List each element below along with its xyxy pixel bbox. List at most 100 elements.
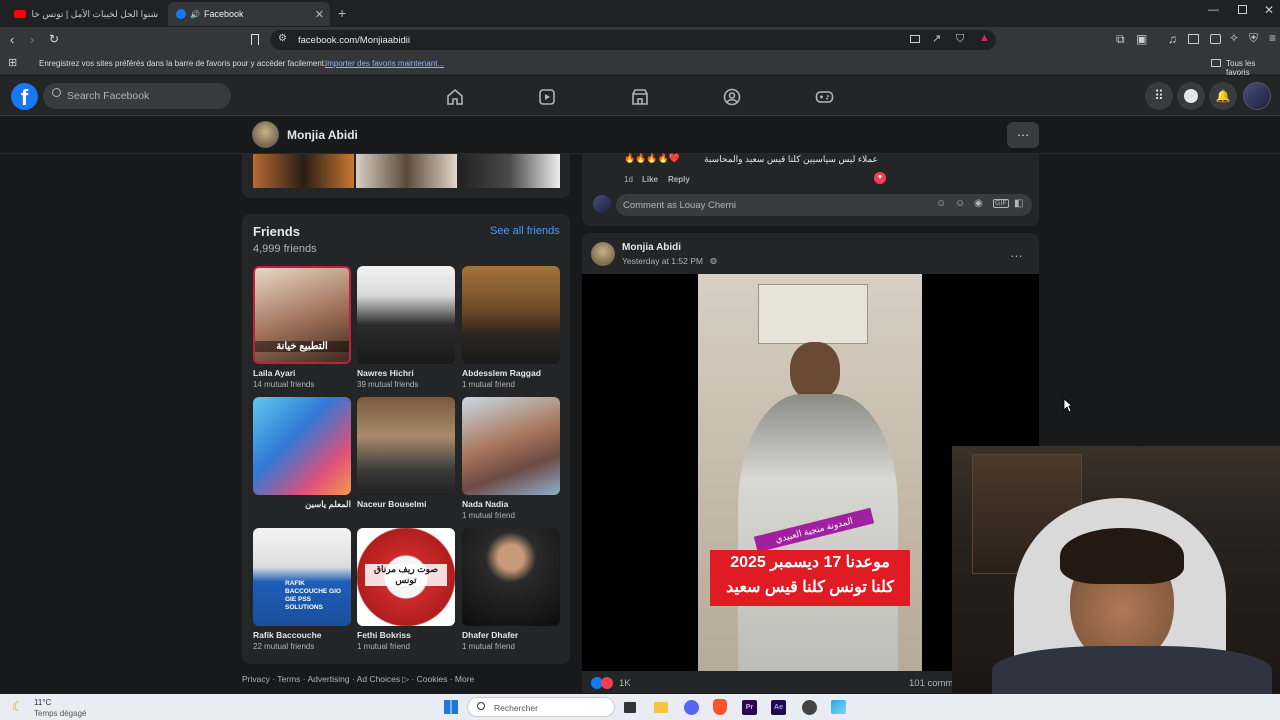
tab-search-icon[interactable]: ▣ <box>1136 32 1147 46</box>
friend-photo[interactable] <box>462 266 560 364</box>
friend-name[interactable]: Fethi Bokriss <box>357 630 455 640</box>
avatar-sticker-icon[interactable]: ☺ <box>936 198 946 209</box>
friend-photo[interactable]: صوت ريف مرناق تونس <box>357 528 455 626</box>
new-tab-icon[interactable]: + <box>338 5 346 21</box>
camera-icon[interactable]: ◉ <box>974 198 983 209</box>
friend-photo[interactable] <box>462 528 560 626</box>
marketplace-icon[interactable] <box>631 88 649 106</box>
friend-name[interactable]: Naceur Bouselmi <box>357 499 455 509</box>
friend-name[interactable]: Abdesslem Raggad <box>462 368 560 378</box>
extensions-icon[interactable]: ⧉ <box>1116 32 1125 47</box>
post-time[interactable]: Yesterday at 1:52 PM <box>622 256 703 266</box>
friend-card-rafik-baccouche[interactable]: RAFIK BACCOUCHE GIO GIE PSS SOLUTIONS Ra… <box>253 528 351 651</box>
friend-card-fethi-bokriss[interactable]: صوت ريف مرناق تونس Fethi Bokriss 1 mutua… <box>357 528 455 651</box>
comment-input[interactable]: Comment as Louay Cherni ☺ ☺ ◉ GIF ◧ <box>616 194 1032 216</box>
photos-app-icon[interactable] <box>831 700 846 714</box>
comments-count[interactable]: 101 comm <box>909 678 953 689</box>
post-author-avatar[interactable] <box>591 242 615 266</box>
weather-desc[interactable]: Temps dégagé <box>34 709 86 718</box>
privacy-link[interactable]: Privacy <box>242 674 270 684</box>
terms-link[interactable]: Terms <box>277 674 300 684</box>
brave-rewards-icon[interactable]: ▲ <box>979 32 990 44</box>
gaming-icon[interactable] <box>815 88 834 106</box>
search-input[interactable]: Search Facebook <box>67 90 149 102</box>
leo-ai-icon[interactable]: ✧ <box>1229 31 1239 45</box>
close-tab-icon[interactable]: ✕ <box>315 8 324 21</box>
account-avatar[interactable] <box>1243 82 1271 110</box>
maximize-window-icon[interactable] <box>1238 5 1247 14</box>
brave-shield-icon[interactable]: ⛉ <box>956 33 964 46</box>
notifications-button[interactable]: 🔔 <box>1209 82 1237 110</box>
friend-photo[interactable]: RAFIK BACCOUCHE GIO GIE PSS SOLUTIONS <box>253 528 351 626</box>
friend-name[interactable]: Dhafer Dhafer <box>462 630 560 640</box>
weather-temp[interactable]: 11°C <box>34 698 51 707</box>
install-app-icon[interactable] <box>910 35 920 43</box>
comment-reply-button[interactable]: Reply <box>668 175 690 184</box>
gif-icon[interactable]: GIF <box>993 199 1009 208</box>
groups-icon[interactable] <box>723 88 741 106</box>
friend-card-yassine[interactable]: المعلم ياسين <box>253 397 351 512</box>
profile-name[interactable]: Monjia Abidi <box>287 128 358 142</box>
friend-photo[interactable] <box>357 266 455 364</box>
search-box[interactable]: Search Facebook <box>43 83 231 109</box>
see-all-friends-link[interactable]: See all friends <box>490 225 560 237</box>
back-icon[interactable]: ‹ <box>10 32 14 47</box>
emoji-icon[interactable]: ☺ <box>955 198 965 209</box>
media-icon[interactable]: ♫ <box>1168 32 1177 46</box>
sticker-icon[interactable]: ◧ <box>1014 198 1023 209</box>
brave-icon[interactable] <box>713 699 727 715</box>
friend-name[interactable]: المعلم ياسين <box>253 499 351 510</box>
ad-choices-link[interactable]: Ad Choices <box>357 674 400 684</box>
apps-grid-icon[interactable]: ⊞ <box>8 56 17 69</box>
friend-name[interactable]: Laila Ayari <box>253 368 351 378</box>
photo-thumb[interactable] <box>459 154 560 188</box>
post-more-icon[interactable]: … <box>1010 245 1023 260</box>
tab-youtube[interactable]: شنوا الحل لخيبات الأمل | تونس خارج كأ <box>6 2 166 26</box>
friend-name[interactable]: Nawres Hichri <box>357 368 455 378</box>
friend-card-dhafer-dhafer[interactable]: Dhafer Dhafer 1 mutual friend <box>462 528 560 651</box>
friend-card-abdesslem-raggad[interactable]: Abdesslem Raggad 1 mutual friend <box>462 266 560 389</box>
premiere-pro-icon[interactable]: Pr <box>742 700 757 715</box>
friend-card-naceur-bouselmi[interactable]: Naceur Bouselmi <box>357 397 455 511</box>
reload-icon[interactable]: ↻ <box>49 32 59 46</box>
minimize-window-icon[interactable]: — <box>1208 4 1219 16</box>
sidebar-icon[interactable] <box>1188 34 1199 44</box>
friend-card-nawres-hichri[interactable]: Nawres Hichri 39 mutual friends <box>357 266 455 389</box>
forward-icon[interactable]: › <box>30 32 34 47</box>
task-view-icon[interactable] <box>624 702 636 713</box>
video-frame[interactable]: المدونة منجية العبيدي موعدنا 17 ديسمبر 2… <box>698 274 922 671</box>
profile-avatar[interactable] <box>252 121 279 148</box>
share-icon[interactable]: ↗ <box>932 32 941 45</box>
address-bar[interactable]: ⚙ facebook.com/Monjiaabidii ↗ ⛉ ▲ <box>270 30 996 50</box>
post-author-name[interactable]: Monjia Abidi <box>622 242 681 253</box>
taskbar-search-label[interactable]: Rechercher <box>494 703 538 713</box>
messenger-button[interactable] <box>1177 82 1205 110</box>
video-icon[interactable] <box>538 88 556 106</box>
import-favorites-link[interactable]: Importer des favoris maintenant... <box>325 59 444 68</box>
close-window-icon[interactable]: ✕ <box>1264 3 1274 17</box>
vpn-shield-icon[interactable]: ⛨ <box>1249 31 1258 46</box>
friend-card-laila-ayari[interactable]: التطبيع خيانة Laila Ayari 14 mutual frie… <box>253 266 351 389</box>
more-link[interactable]: More <box>455 674 474 684</box>
facebook-logo-icon[interactable]: f <box>11 83 38 110</box>
all-favorites-link[interactable]: Tous les favoris <box>1226 59 1280 77</box>
file-explorer-icon[interactable] <box>654 702 668 713</box>
url-text[interactable]: facebook.com/Monjiaabidii <box>298 35 410 46</box>
photo-thumb[interactable] <box>253 154 354 188</box>
friend-card-nada-nadia[interactable]: Nada Nadia 1 mutual friend <box>462 397 560 520</box>
profile-more-button[interactable]: … <box>1007 122 1039 148</box>
discord-icon[interactable] <box>684 700 699 715</box>
friend-photo[interactable] <box>253 397 351 495</box>
home-icon[interactable] <box>446 88 464 106</box>
friend-photo[interactable] <box>462 397 560 495</box>
menu-grid-button[interactable]: ⠿ <box>1145 82 1173 110</box>
advertising-link[interactable]: Advertising <box>308 674 350 684</box>
friend-photo[interactable] <box>357 397 455 495</box>
bookmark-icon[interactable] <box>251 34 259 45</box>
site-info-icon[interactable]: ⚙ <box>278 33 287 44</box>
reactions-count[interactable]: 1K <box>619 678 631 689</box>
comment-input-placeholder[interactable]: Comment as Louay Cherni <box>623 200 736 211</box>
app-icon[interactable] <box>802 700 817 715</box>
friend-photo[interactable]: التطبيع خيانة <box>253 266 351 364</box>
friend-name[interactable]: Nada Nadia <box>462 499 560 509</box>
